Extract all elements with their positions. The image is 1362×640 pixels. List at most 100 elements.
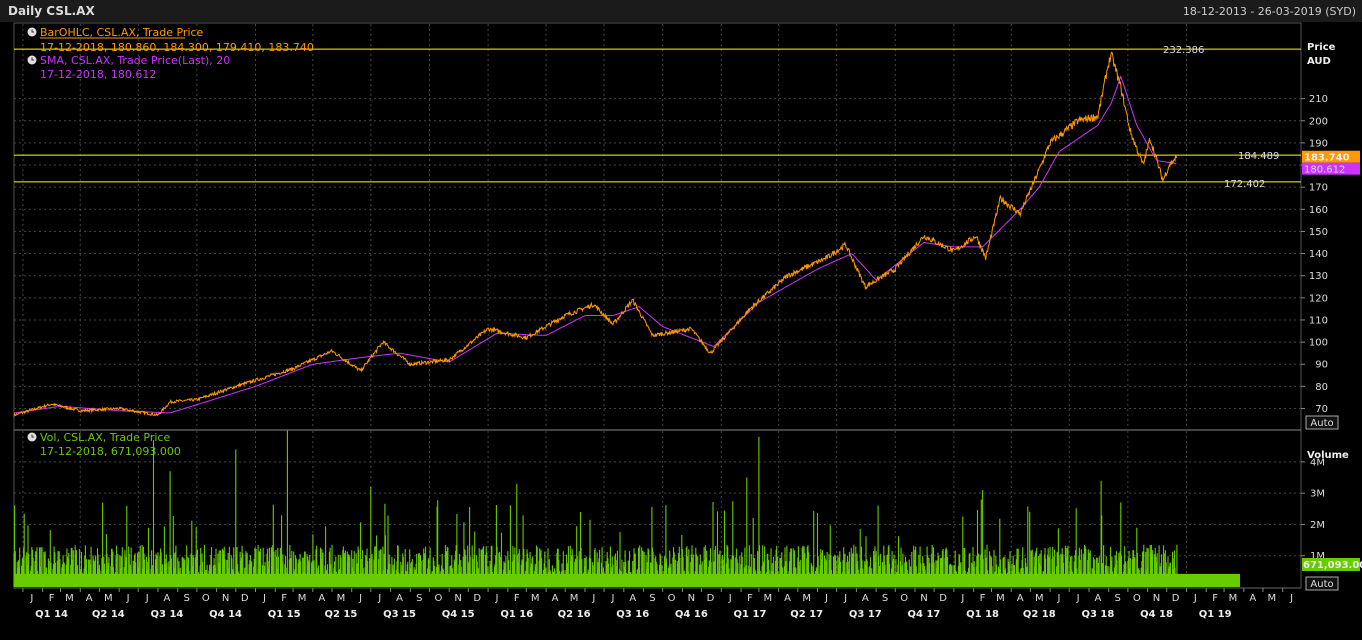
chart-canvas: 232.386 184.489 172.402 BarOHLC, CSL.AX, T… xyxy=(13,22,1362,620)
month-label: M xyxy=(1229,593,1238,604)
month-label: A xyxy=(1249,593,1256,604)
month-label: J xyxy=(1193,593,1197,604)
price-axis-label-1: Price xyxy=(1307,42,1336,53)
volume-base-fill xyxy=(14,573,1240,587)
month-label: S xyxy=(184,593,190,604)
price-tick-label: 190 xyxy=(1309,138,1328,149)
month-label: S xyxy=(1114,593,1120,604)
quarter-label: Q2 17 xyxy=(790,609,823,620)
price-tick-label: 100 xyxy=(1309,338,1328,349)
month-label: N xyxy=(920,593,927,604)
quarter-label: Q2 14 xyxy=(92,609,125,620)
month-label: F xyxy=(1212,593,1218,604)
volume-auto-button[interactable]: Auto xyxy=(1305,576,1339,591)
sma-line xyxy=(13,74,1177,414)
quarter-label: Q4 15 xyxy=(442,609,475,620)
quarter-label: Q1 17 xyxy=(734,609,767,620)
month-label: D xyxy=(473,593,481,604)
price-line xyxy=(13,51,1178,417)
price-tick-label: 70 xyxy=(1315,404,1328,415)
price-axis-ticks: 7080901001101201301401501601701801902002… xyxy=(1301,94,1328,415)
quarter-label: Q3 15 xyxy=(383,609,416,620)
quarter-label: Q1 16 xyxy=(500,609,533,620)
month-label: F xyxy=(49,593,55,604)
price-legend-title: BarOHLC, CSL.AX, Trade Price xyxy=(40,26,204,39)
month-label: A xyxy=(862,593,869,604)
quarter-label: Q3 16 xyxy=(616,609,649,620)
sma-legend-title: SMA, CSL.AX, Trade Price(Last), 20 xyxy=(40,54,230,67)
quarter-label: Q3 14 xyxy=(151,609,184,620)
month-label: D xyxy=(707,593,715,604)
month-label: J xyxy=(29,593,33,604)
price-auto-button[interactable]: Auto xyxy=(1305,415,1339,430)
month-label: J xyxy=(843,593,847,604)
month-label: M xyxy=(764,593,773,604)
month-label: J xyxy=(611,593,615,604)
volume-legend-values: 17-12-2018, 671,093.000 xyxy=(40,445,181,458)
month-label: A xyxy=(318,593,325,604)
time-axis: JFMAMJJASONDJFMAMJJASONDJFMAMJJASONDJFMA… xyxy=(22,588,1293,620)
month-label: J xyxy=(1289,593,1293,604)
price-tick-label: 120 xyxy=(1309,293,1328,304)
month-label: F xyxy=(281,593,287,604)
volume-bar-series xyxy=(13,430,1178,587)
volume-axis-ticks: 1M2M3M4M xyxy=(1301,457,1325,562)
month-label: J xyxy=(728,593,732,604)
price-tick-label: 110 xyxy=(1309,315,1328,326)
month-label: J xyxy=(1076,593,1080,604)
price-tick-label: 130 xyxy=(1309,271,1328,282)
month-label: A xyxy=(1094,593,1101,604)
month-label: M xyxy=(1268,593,1277,604)
last-value-tag-label: 183.740 xyxy=(1304,153,1350,164)
month-label: S xyxy=(649,593,655,604)
month-label: A xyxy=(629,593,636,604)
month-label: S xyxy=(416,593,422,604)
volume-legend-title: Vol, CSL.AX, Trade Price xyxy=(40,431,170,444)
price-tick-label: 160 xyxy=(1309,205,1328,216)
sma-legend-values: 17-12-2018, 180.612 xyxy=(40,68,156,81)
price-tick-label: 150 xyxy=(1309,227,1328,238)
month-label: O xyxy=(1133,593,1141,604)
month-label: O xyxy=(668,593,676,604)
quarter-label: Q3 17 xyxy=(849,609,882,620)
reference-line-label: 184.489 xyxy=(1238,151,1279,162)
month-label: J xyxy=(377,593,381,604)
quarter-label: Q1 14 xyxy=(35,609,68,620)
quarter-label: Q1 19 xyxy=(1199,609,1232,620)
month-label: A xyxy=(1017,593,1024,604)
month-label: M xyxy=(1035,593,1044,604)
volume-tick-label: 4M xyxy=(1310,457,1325,468)
quarter-label: Q4 17 xyxy=(908,609,941,620)
month-label: O xyxy=(434,593,442,604)
reference-line-label: 172.402 xyxy=(1224,179,1265,190)
month-label: F xyxy=(980,593,986,604)
volume-tick-label: 3M xyxy=(1310,489,1325,500)
month-label: A xyxy=(396,593,403,604)
month-label: A xyxy=(164,593,171,604)
quarter-label: Q2 16 xyxy=(558,609,591,620)
price-auto-label: Auto xyxy=(1310,418,1333,429)
quarter-label: Q4 16 xyxy=(675,609,708,620)
volume-panel-frame xyxy=(13,429,1302,589)
month-label: J xyxy=(358,593,362,604)
month-label: O xyxy=(202,593,210,604)
month-label: M xyxy=(570,593,579,604)
month-label: S xyxy=(882,593,888,604)
month-label: M xyxy=(298,593,307,604)
month-label: N xyxy=(1153,593,1160,604)
month-label: D xyxy=(1172,593,1180,604)
volume-last-value-label: 671,093.00 xyxy=(1303,560,1362,571)
price-tick-label: 80 xyxy=(1315,382,1328,393)
month-label: J xyxy=(495,593,499,604)
month-label: J xyxy=(262,593,266,604)
month-label: O xyxy=(900,593,908,604)
price-tick-label: 140 xyxy=(1309,249,1328,260)
month-label: M xyxy=(802,593,811,604)
quarter-label: Q2 18 xyxy=(1023,609,1056,620)
month-label: N xyxy=(222,593,229,604)
month-label: M xyxy=(65,593,74,604)
month-label: M xyxy=(104,593,113,604)
reference-line-label: 232.386 xyxy=(1163,45,1204,56)
price-axis-label-2: AUD xyxy=(1307,56,1331,67)
month-label: A xyxy=(784,593,791,604)
